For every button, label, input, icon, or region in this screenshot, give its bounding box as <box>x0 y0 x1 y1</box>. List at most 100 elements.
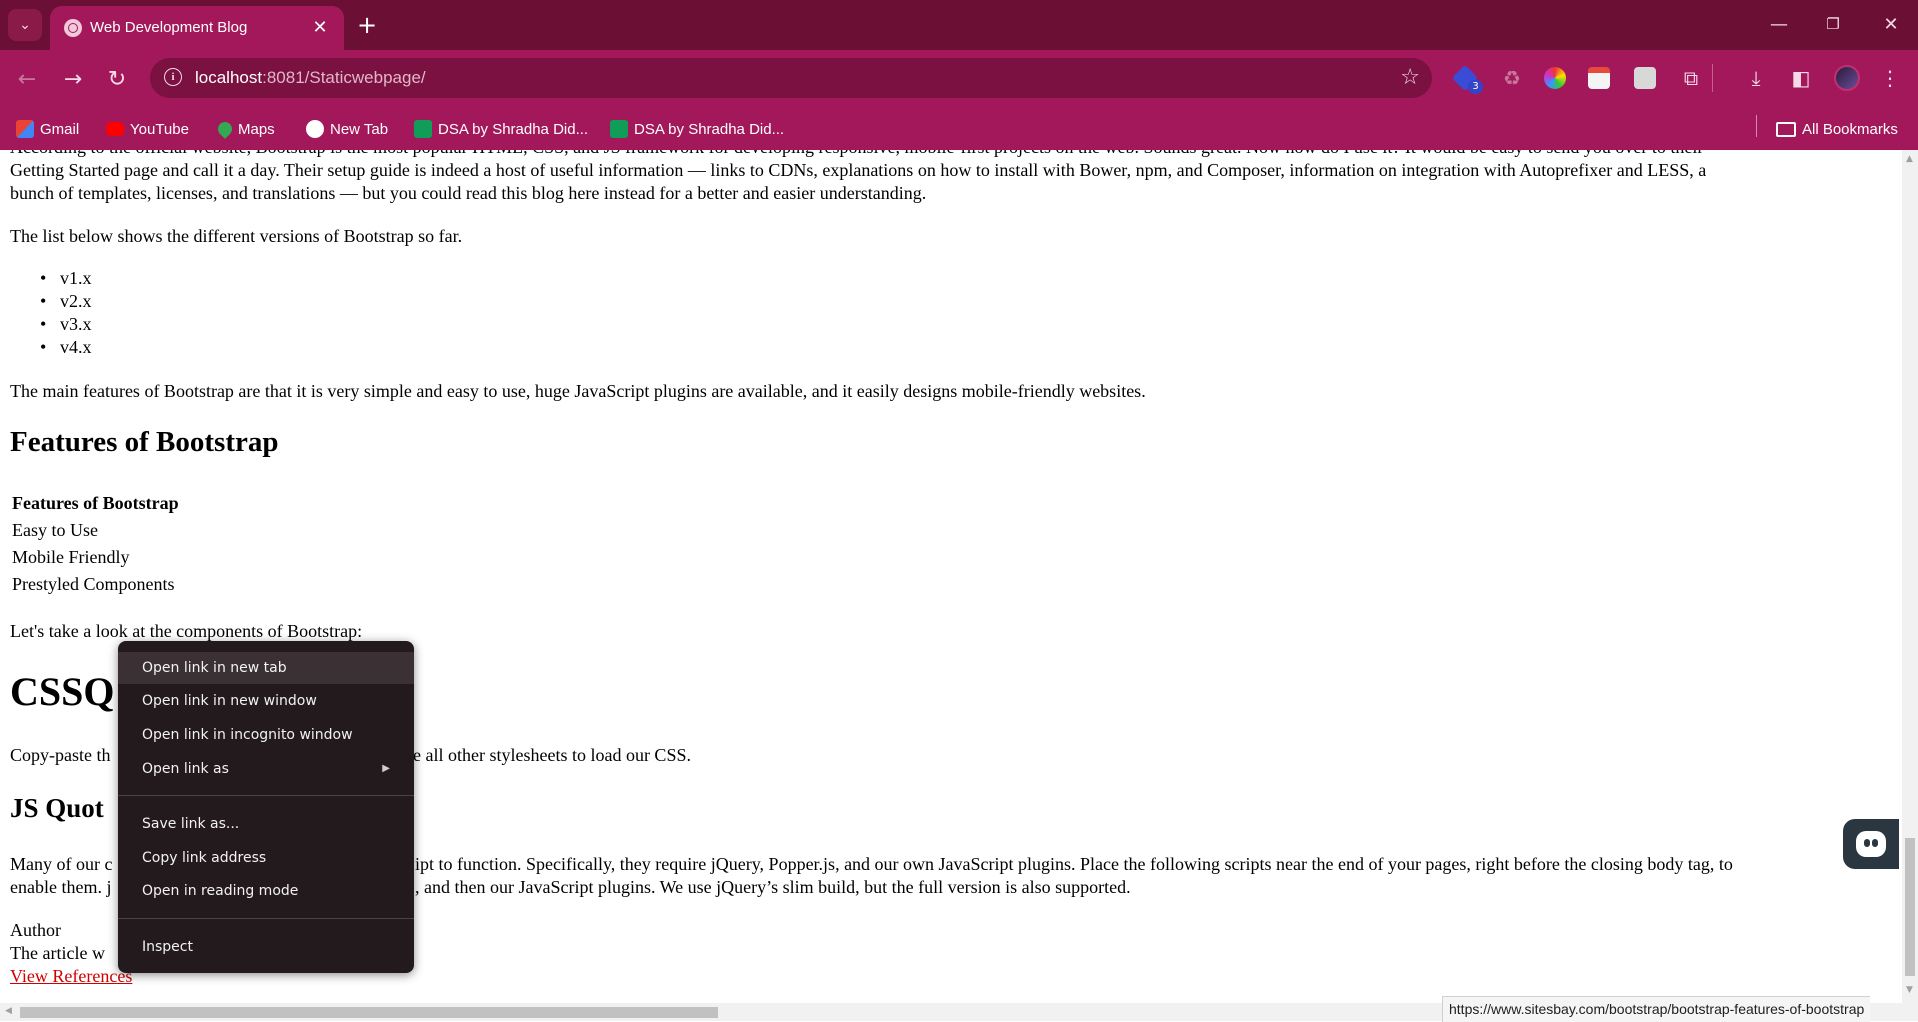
features-heading: Features of Bootstrap <box>10 426 279 458</box>
side-panel-icon[interactable]: ◧ <box>1787 64 1815 92</box>
url-text: localhost:8081/Staticwebpage/ <box>195 68 426 88</box>
bookmark-dsa-2[interactable]: DSA by Shradha Did... <box>610 117 784 141</box>
menu-item-open-new-tab[interactable]: Open link in new tab <box>118 652 414 684</box>
tab-search-button[interactable]: ⌄ <box>8 9 42 41</box>
list-item: v1.x <box>40 268 91 289</box>
versions-intro: The list below shows the different versi… <box>10 226 463 246</box>
menu-item-open-link-as[interactable]: Open link as ▶ <box>118 753 414 785</box>
table-row: Mobile Friendly <box>12 547 130 567</box>
bookmark-dsa-1[interactable]: DSA by Shradha Did... <box>414 117 588 141</box>
download-icon[interactable]: ⤓ <box>1742 64 1770 92</box>
list-item: v4.x <box>40 337 91 358</box>
intro-line: Getting Started page and call it a day. … <box>10 160 1707 180</box>
calendar-icon[interactable] <box>1588 67 1610 89</box>
screenshot-extension-icon[interactable] <box>1634 67 1656 89</box>
bookmark-label: Maps <box>238 120 275 138</box>
js-text-end: ipt to function. Specifically, they requ… <box>415 854 1733 874</box>
menu-item-open-incognito[interactable]: Open link in incognito window <box>118 719 414 751</box>
all-bookmarks-label: All Bookmarks <box>1802 120 1898 138</box>
all-bookmarks[interactable]: All Bookmarks <box>1776 117 1898 141</box>
js-text-start: enable them. j <box>10 877 112 897</box>
youtube-icon <box>106 122 124 136</box>
tab-active[interactable]: Web Development Blog ✕ <box>50 6 344 50</box>
folder-icon <box>1776 121 1796 137</box>
bookmark-new-tab[interactable]: New Tab <box>306 117 388 141</box>
vertical-scrollbar[interactable]: ▲ ▼ <box>1902 150 1918 1003</box>
extension-badge: 3 <box>1468 80 1483 94</box>
menu-divider <box>118 795 414 796</box>
window-close-button[interactable]: ✕ <box>1871 8 1911 40</box>
browser-toolbar: ← → ↻ i localhost:8081/Staticwebpage/ ☆ … <box>0 50 1918 108</box>
menu-item-inspect[interactable]: Inspect <box>118 931 414 963</box>
chevron-down-icon: ⌄ <box>19 17 31 33</box>
avatar[interactable] <box>1834 65 1860 91</box>
arrow-left-icon: ← <box>17 66 37 92</box>
table-row: Prestyled Components <box>12 574 175 594</box>
gmail-icon <box>16 120 34 138</box>
restore-button[interactable]: ❐ <box>1813 8 1853 40</box>
assistant-widget-button[interactable] <box>1843 819 1899 869</box>
globe-icon <box>306 120 324 138</box>
menu-item-reading-mode[interactable]: Open in reading mode <box>118 875 414 907</box>
menu-divider <box>118 918 414 919</box>
forward-button[interactable]: → <box>58 64 88 94</box>
list-item: v3.x <box>40 314 91 335</box>
horizontal-scroll-thumb[interactable] <box>20 1007 718 1018</box>
minimize-icon: — <box>1770 13 1788 35</box>
maps-icon <box>215 119 235 139</box>
minimize-button[interactable]: — <box>1759 8 1799 40</box>
close-icon[interactable]: ✕ <box>308 15 332 39</box>
tab-strip: ⌄ Web Development Blog ✕ + — ❐ ✕ <box>0 0 1918 50</box>
menu-item-label: Open link as <box>142 761 229 777</box>
address-bar[interactable]: i localhost:8081/Staticwebpage/ ☆ <box>150 58 1432 98</box>
reload-icon: ↻ <box>107 66 127 92</box>
js-text-start: Many of our c <box>10 854 113 874</box>
reload-button[interactable]: ↻ <box>102 64 132 94</box>
menu-icon[interactable]: ⋮ <box>1876 64 1904 92</box>
table-row: Easy to Use <box>12 520 98 540</box>
menu-item-copy-link[interactable]: Copy link address <box>118 842 414 874</box>
bookmark-label: DSA by Shradha Did... <box>438 120 589 138</box>
css-heading: CSSQ <box>10 669 115 714</box>
new-tab-button[interactable]: + <box>352 10 382 40</box>
bookmark-label: YouTube <box>130 120 189 138</box>
plus-icon: + <box>356 11 378 39</box>
puzzle-icon[interactable]: ⧉ <box>1677 64 1705 92</box>
bookmark-label: Gmail <box>40 120 80 138</box>
status-bar-url: https://www.sitesbay.com/bootstrap/boots… <box>1442 996 1871 1022</box>
bookmark-maps[interactable]: Maps <box>215 117 275 141</box>
arrow-right-icon: → <box>63 66 83 92</box>
intro-line: bunch of templates, licenses, and transl… <box>10 183 927 203</box>
star-icon[interactable]: ☆ <box>1400 65 1420 90</box>
close-icon: ✕ <box>1883 13 1899 35</box>
list-item: v2.x <box>40 291 91 312</box>
submenu-arrow-icon: ▶ <box>382 763 390 774</box>
url-path: :8081/Staticwebpage/ <box>262 68 426 87</box>
menu-item-save-link[interactable]: Save link as... <box>118 808 414 840</box>
menu-item-open-new-window[interactable]: Open link in new window <box>118 685 414 717</box>
bookmark-label: DSA by Shradha Did... <box>634 120 785 138</box>
js-heading: JS Quot <box>10 793 104 823</box>
scroll-left-icon[interactable]: ◀ <box>5 1006 12 1016</box>
toolbar-divider <box>1712 64 1713 92</box>
scroll-up-icon[interactable]: ▲ <box>1906 154 1913 164</box>
bookmarks-bar: Gmail YouTube Maps New Tab DSA by Shradh… <box>0 108 1918 150</box>
recycle-icon[interactable]: ♻ <box>1498 64 1526 92</box>
scroll-down-icon[interactable]: ▼ <box>1906 985 1913 995</box>
sheets-icon <box>414 120 432 138</box>
globe-icon <box>64 19 82 37</box>
view-references-link[interactable]: View References <box>10 966 132 986</box>
restore-icon: ❐ <box>1826 15 1840 33</box>
bot-icon <box>1856 831 1886 857</box>
css-paragraph-end: e all other stylesheets to load our CSS. <box>413 745 691 765</box>
bookmark-youtube[interactable]: YouTube <box>106 117 189 141</box>
color-picker-icon[interactable] <box>1544 67 1566 89</box>
main-features-text: The main features of Bootstrap are that … <box>10 381 1146 401</box>
url-host: localhost <box>195 68 263 87</box>
site-info-icon[interactable]: i <box>164 68 182 86</box>
context-menu: Open link in new tab Open link in new wi… <box>118 641 414 973</box>
bookmark-label: New Tab <box>330 120 389 138</box>
back-button[interactable]: ← <box>12 64 42 94</box>
bookmark-gmail[interactable]: Gmail <box>16 117 79 141</box>
vertical-scroll-thumb[interactable] <box>1905 838 1915 976</box>
